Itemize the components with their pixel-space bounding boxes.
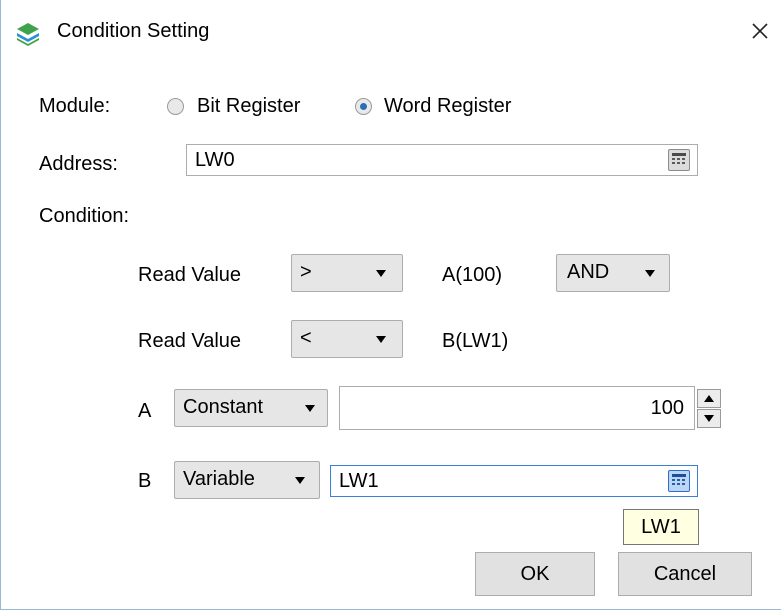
module-label: Module:	[39, 95, 111, 117]
chevron-down-icon	[645, 270, 655, 277]
spin-up-icon[interactable]	[697, 389, 721, 408]
app-stack-icon	[17, 23, 39, 46]
param-a-value: 100	[650, 397, 684, 419]
spin-down-icon[interactable]	[697, 409, 721, 428]
param-a-type-select[interactable]: Constant	[174, 389, 328, 427]
address-value: LW0	[195, 149, 235, 171]
logic-select[interactable]: AND	[556, 254, 670, 292]
close-icon[interactable]	[745, 16, 775, 46]
read-value-label-2: Read Value	[138, 330, 242, 352]
bit-register-option-label[interactable]: Bit Register	[197, 95, 300, 118]
title-bar: Condition Setting	[1, 0, 781, 64]
address-picker-icon[interactable]	[668, 149, 690, 171]
chevron-down-icon	[376, 270, 386, 277]
address-input[interactable]: LW0	[186, 144, 698, 176]
operand-1-label: A(100)	[442, 264, 503, 286]
chevron-down-icon	[376, 336, 386, 343]
cancel-button[interactable]: Cancel	[618, 552, 752, 596]
word-register-radio[interactable]	[355, 98, 372, 115]
param-a-type-value: Constant	[183, 396, 264, 418]
chevron-down-icon	[295, 477, 305, 484]
param-b-value: LW1	[339, 470, 379, 492]
operator-2-select[interactable]: <	[291, 320, 403, 358]
chevron-down-icon	[305, 405, 315, 412]
param-b-type-select[interactable]: Variable	[174, 461, 320, 499]
read-value-label-1: Read Value	[138, 264, 242, 286]
param-a-value-input[interactable]: 100	[339, 386, 695, 430]
address-label: Address:	[39, 153, 118, 175]
bit-register-radio[interactable]	[167, 98, 184, 115]
param-b-label: B	[138, 470, 152, 492]
operator-1-select[interactable]: >	[291, 254, 403, 292]
condition-setting-dialog: Condition Setting Module: Bit Register W…	[0, 0, 781, 610]
logic-value: AND	[567, 261, 610, 283]
operand-2-label: B(LW1)	[442, 330, 509, 352]
operator-2-value: <	[300, 327, 312, 349]
window-title: Condition Setting	[57, 20, 210, 42]
ok-button[interactable]: OK	[475, 552, 595, 596]
param-b-value-input[interactable]: LW1	[330, 465, 698, 497]
tooltip: LW1	[623, 509, 699, 545]
condition-label: Condition:	[39, 205, 130, 227]
param-a-label: A	[138, 400, 152, 422]
variable-picker-icon[interactable]	[668, 470, 690, 492]
operator-1-value: >	[300, 261, 312, 283]
param-b-type-value: Variable	[183, 468, 255, 490]
word-register-option-label[interactable]: Word Register	[384, 95, 511, 118]
